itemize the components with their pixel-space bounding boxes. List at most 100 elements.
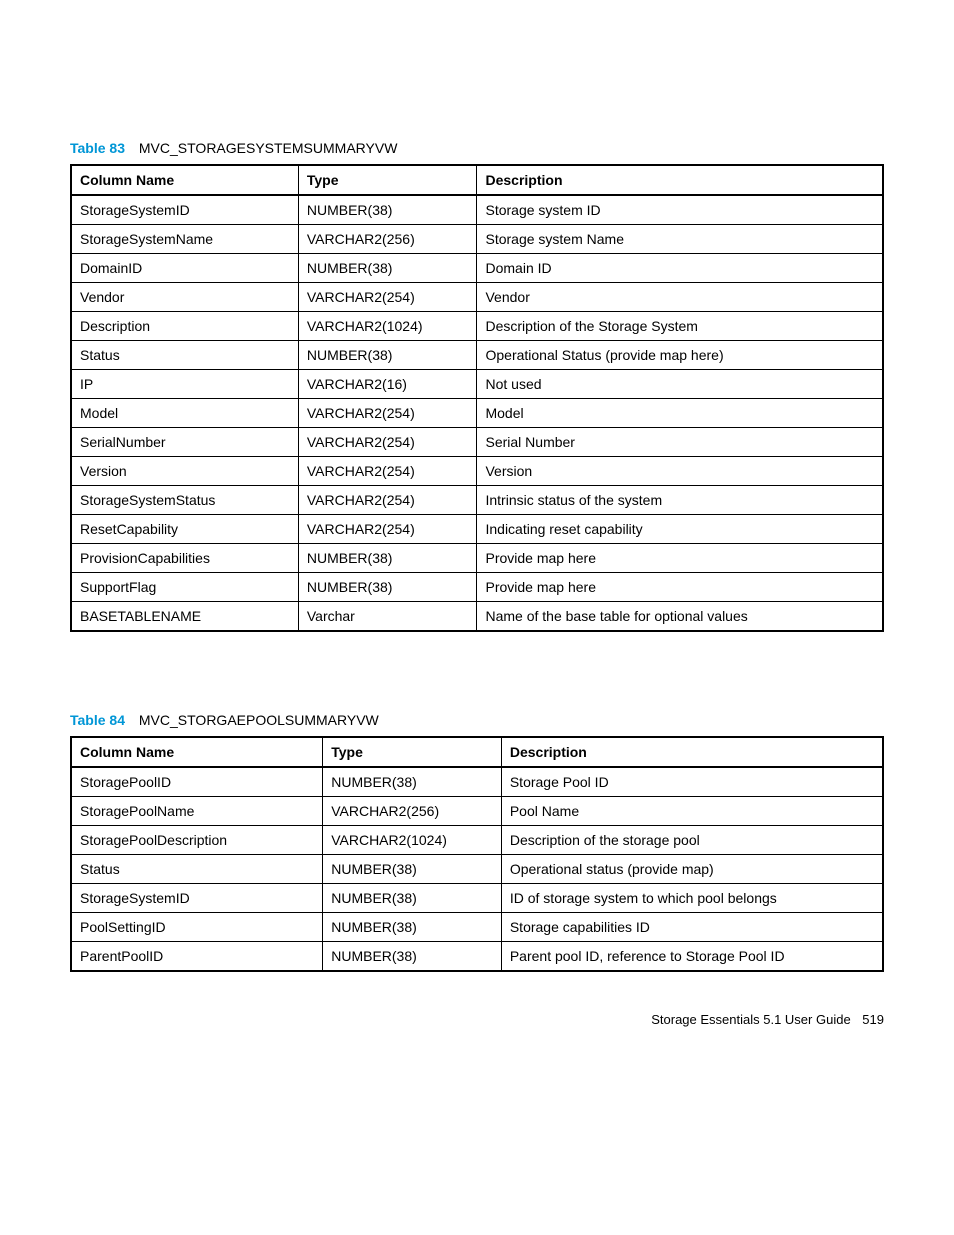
- table-84-number: Table 84: [70, 712, 125, 728]
- table-row: StatusNUMBER(38)Operational Status (prov…: [71, 341, 883, 370]
- header-description: Description: [501, 737, 883, 767]
- cell-type: NUMBER(38): [323, 942, 502, 972]
- table-header-row: Column Name Type Description: [71, 165, 883, 195]
- table-row: StoragePoolIDNUMBER(38)Storage Pool ID: [71, 767, 883, 797]
- cell-type: VARCHAR2(256): [298, 225, 477, 254]
- cell-name: IP: [71, 370, 298, 399]
- cell-name: Status: [71, 855, 323, 884]
- cell-name: StorageSystemID: [71, 195, 298, 225]
- table-row: StorageSystemNameVARCHAR2(256)Storage sy…: [71, 225, 883, 254]
- cell-desc: Version: [477, 457, 883, 486]
- cell-type: VARCHAR2(254): [298, 283, 477, 312]
- cell-desc: Description of the Storage System: [477, 312, 883, 341]
- cell-name: SerialNumber: [71, 428, 298, 457]
- header-column-name: Column Name: [71, 737, 323, 767]
- table-row: IPVARCHAR2(16)Not used: [71, 370, 883, 399]
- cell-name: Description: [71, 312, 298, 341]
- cell-desc: Provide map here: [477, 573, 883, 602]
- cell-desc: Not used: [477, 370, 883, 399]
- cell-name: Version: [71, 457, 298, 486]
- cell-type: Varchar: [298, 602, 477, 632]
- header-type: Type: [298, 165, 477, 195]
- table-83-block: Table 83 MVC_STORAGESYSTEMSUMMARYVW Colu…: [70, 140, 884, 632]
- cell-name: Vendor: [71, 283, 298, 312]
- table-row: ProvisionCapabilitiesNUMBER(38)Provide m…: [71, 544, 883, 573]
- cell-desc: Model: [477, 399, 883, 428]
- cell-name: StorageSystemID: [71, 884, 323, 913]
- cell-type: NUMBER(38): [298, 254, 477, 283]
- table-83-caption: Table 83 MVC_STORAGESYSTEMSUMMARYVW: [70, 140, 884, 156]
- cell-name: DomainID: [71, 254, 298, 283]
- table-84-caption: Table 84 MVC_STORGAEPOOLSUMMARYVW: [70, 712, 884, 728]
- table-84: Column Name Type Description StoragePool…: [70, 736, 884, 972]
- cell-type: VARCHAR2(254): [298, 486, 477, 515]
- cell-name: ParentPoolID: [71, 942, 323, 972]
- cell-type: NUMBER(38): [323, 767, 502, 797]
- cell-name: Status: [71, 341, 298, 370]
- cell-name: BASETABLENAME: [71, 602, 298, 632]
- table-row: StoragePoolDescriptionVARCHAR2(1024)Desc…: [71, 826, 883, 855]
- table-row: StorageSystemStatusVARCHAR2(254)Intrinsi…: [71, 486, 883, 515]
- cell-name: StorageSystemStatus: [71, 486, 298, 515]
- page-footer: Storage Essentials 5.1 User Guide 519: [70, 1012, 884, 1027]
- cell-name: ResetCapability: [71, 515, 298, 544]
- cell-desc: Pool Name: [501, 797, 883, 826]
- table-84-title: MVC_STORGAEPOOLSUMMARYVW: [129, 712, 379, 728]
- header-type: Type: [323, 737, 502, 767]
- cell-type: VARCHAR2(254): [298, 428, 477, 457]
- cell-type: NUMBER(38): [298, 544, 477, 573]
- cell-type: VARCHAR2(254): [298, 399, 477, 428]
- cell-type: VARCHAR2(256): [323, 797, 502, 826]
- header-column-name: Column Name: [71, 165, 298, 195]
- table-row: SupportFlagNUMBER(38)Provide map here: [71, 573, 883, 602]
- cell-name: ProvisionCapabilities: [71, 544, 298, 573]
- cell-desc: Vendor: [477, 283, 883, 312]
- cell-type: VARCHAR2(254): [298, 515, 477, 544]
- cell-type: VARCHAR2(254): [298, 457, 477, 486]
- table-row: StorageSystemIDNUMBER(38)ID of storage s…: [71, 884, 883, 913]
- cell-desc: Indicating reset capability: [477, 515, 883, 544]
- table-row: ParentPoolIDNUMBER(38)Parent pool ID, re…: [71, 942, 883, 972]
- table-row: DescriptionVARCHAR2(1024)Description of …: [71, 312, 883, 341]
- cell-desc: Operational status (provide map): [501, 855, 883, 884]
- cell-type: VARCHAR2(1024): [323, 826, 502, 855]
- table-row: VersionVARCHAR2(254)Version: [71, 457, 883, 486]
- cell-name: SupportFlag: [71, 573, 298, 602]
- table-row: SerialNumberVARCHAR2(254)Serial Number: [71, 428, 883, 457]
- cell-type: VARCHAR2(16): [298, 370, 477, 399]
- table-83-number: Table 83: [70, 140, 125, 156]
- table-row: ModelVARCHAR2(254)Model: [71, 399, 883, 428]
- cell-desc: Operational Status (provide map here): [477, 341, 883, 370]
- cell-name: StorageSystemName: [71, 225, 298, 254]
- cell-type: NUMBER(38): [323, 884, 502, 913]
- cell-type: VARCHAR2(1024): [298, 312, 477, 341]
- table-row: StorageSystemIDNUMBER(38)Storage system …: [71, 195, 883, 225]
- cell-desc: Parent pool ID, reference to Storage Poo…: [501, 942, 883, 972]
- cell-desc: Storage system Name: [477, 225, 883, 254]
- cell-desc: ID of storage system to which pool belon…: [501, 884, 883, 913]
- cell-desc: Storage system ID: [477, 195, 883, 225]
- cell-desc: Serial Number: [477, 428, 883, 457]
- table-row: ResetCapabilityVARCHAR2(254)Indicating r…: [71, 515, 883, 544]
- table-83-title: MVC_STORAGESYSTEMSUMMARYVW: [129, 140, 398, 156]
- footer-page-number: 519: [854, 1012, 884, 1027]
- cell-desc: Name of the base table for optional valu…: [477, 602, 883, 632]
- cell-desc: Intrinsic status of the system: [477, 486, 883, 515]
- cell-name: PoolSettingID: [71, 913, 323, 942]
- table-row: BASETABLENAMEVarcharName of the base tab…: [71, 602, 883, 632]
- cell-name: Model: [71, 399, 298, 428]
- cell-name: StoragePoolID: [71, 767, 323, 797]
- cell-desc: Domain ID: [477, 254, 883, 283]
- cell-desc: Storage Pool ID: [501, 767, 883, 797]
- footer-text: Storage Essentials 5.1 User Guide: [651, 1012, 850, 1027]
- cell-type: NUMBER(38): [298, 195, 477, 225]
- cell-type: NUMBER(38): [298, 573, 477, 602]
- table-83: Column Name Type Description StorageSyst…: [70, 164, 884, 632]
- table-header-row: Column Name Type Description: [71, 737, 883, 767]
- cell-desc: Description of the storage pool: [501, 826, 883, 855]
- cell-desc: Storage capabilities ID: [501, 913, 883, 942]
- table-row: DomainIDNUMBER(38)Domain ID: [71, 254, 883, 283]
- table-row: StoragePoolNameVARCHAR2(256)Pool Name: [71, 797, 883, 826]
- cell-type: NUMBER(38): [323, 913, 502, 942]
- table-row: StatusNUMBER(38)Operational status (prov…: [71, 855, 883, 884]
